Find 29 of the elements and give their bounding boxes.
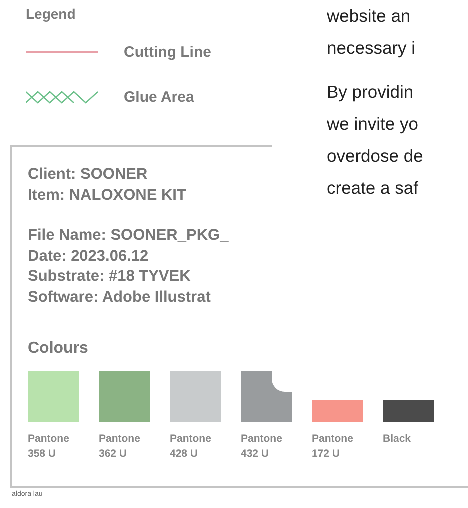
zigzag-icon: [26, 91, 98, 104]
article-text: overdose de: [327, 145, 424, 168]
swatch-label: Pantone: [312, 432, 354, 447]
legend-title: Legend: [26, 6, 76, 22]
swatch-label: Pantone: [170, 432, 212, 447]
legend-label: Glue Area: [124, 88, 194, 106]
detail-text: Software: Adobe Illustrat: [28, 288, 211, 308]
article-text: website an: [327, 5, 411, 28]
swatch-code: 432 U: [241, 447, 270, 462]
detail-text: Substrate: #18 TYVEK: [28, 267, 191, 287]
article-text: we invite yo: [327, 113, 418, 136]
swatch-label: Pantone: [241, 432, 282, 447]
detail-text: Date: 2023.06.12: [28, 246, 149, 266]
swatch-code: 172 U: [312, 447, 340, 462]
item-text: Item: NALOXONE KIT: [28, 186, 186, 206]
swatch-code: 358 U: [28, 447, 56, 462]
swatch-code: 428 U: [170, 447, 198, 462]
legend-label: Cutting Line: [124, 44, 212, 60]
article-text: necessary i: [327, 37, 416, 60]
detail-text: File Name: SOONER_PKG_: [28, 226, 229, 246]
swatch-code: 362 U: [99, 447, 128, 462]
swatch-label: Pantone: [99, 432, 140, 447]
article-text: create a saf: [327, 177, 418, 200]
colours-heading: Colours: [28, 340, 88, 358]
swatch-label: Pantone: [28, 432, 70, 447]
cutting-line-icon: [26, 51, 98, 53]
article-text: By providin: [327, 81, 414, 104]
swatch-label: Black: [383, 432, 412, 447]
client-text: Client: SOONER: [28, 165, 148, 185]
